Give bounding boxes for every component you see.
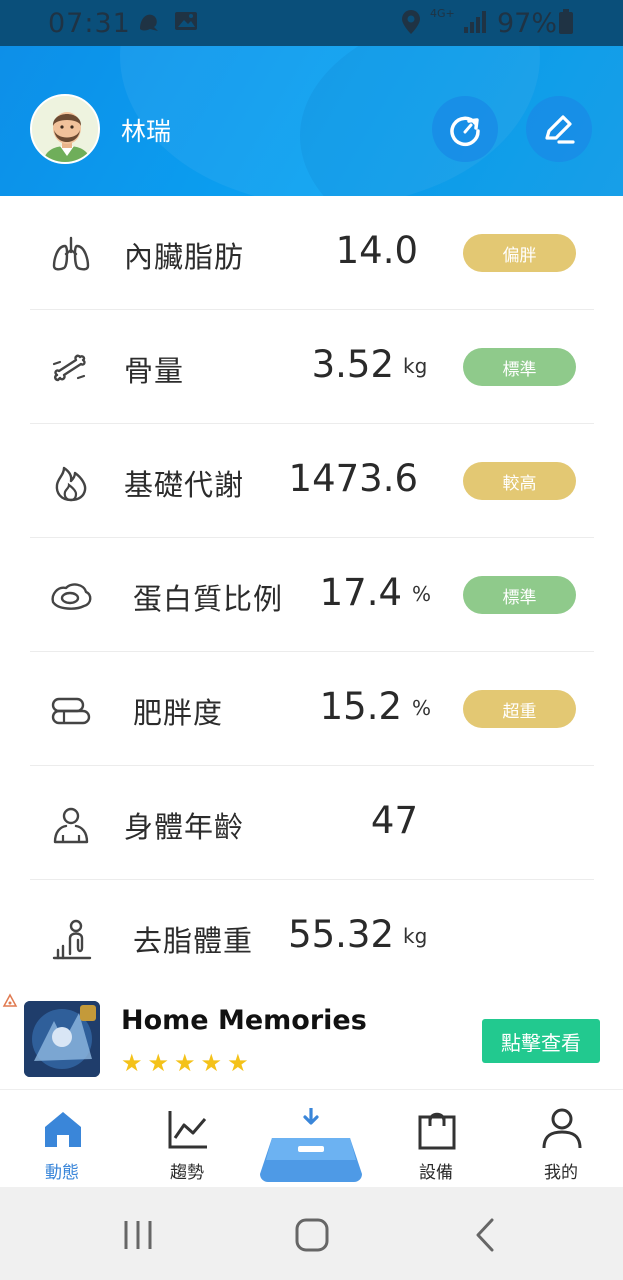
nav-label: 設備	[419, 1163, 453, 1183]
system-nav-bar	[0, 1187, 623, 1280]
metric-value: 55.32	[288, 913, 394, 956]
ad-rating-stars: ★★★★★	[121, 1049, 254, 1077]
metric-row-visceral-fat[interactable]: 內臟脂肪 14.0 偏胖	[30, 196, 594, 310]
avatar[interactable]	[30, 94, 100, 164]
ad-banner[interactable]: Home Memories ★★★★★ 點擊查看	[0, 993, 623, 1089]
metric-row-obesity[interactable]: 肥胖度 15.2 % 超重	[30, 652, 594, 766]
metric-label: 內臟脂肪	[124, 240, 245, 274]
ad-title[interactable]: Home Memories	[121, 1005, 367, 1036]
metric-unit: %	[412, 582, 432, 606]
scale-measure-button[interactable]	[258, 1106, 364, 1184]
nav-item-device[interactable]: 設備	[386, 1090, 486, 1188]
metric-label: 肥胖度	[133, 696, 224, 730]
body-person-icon	[53, 807, 89, 844]
flame-icon	[55, 466, 87, 502]
signal-icon	[462, 9, 488, 39]
metric-value: 14.0	[335, 229, 418, 272]
metric-row-lean-mass[interactable]: 去脂體重 55.32 kg	[30, 880, 594, 994]
edit-button[interactable]	[526, 96, 592, 162]
status-badge: 較高	[463, 462, 576, 500]
metric-label: 基礎代謝	[124, 468, 245, 502]
battery-icon	[558, 9, 574, 39]
nav-label: 趨勢	[170, 1163, 204, 1183]
scale-measure-icon	[260, 1106, 362, 1182]
refresh-button[interactable]	[432, 96, 498, 162]
status-badge: 超重	[463, 690, 576, 728]
battery-percent: 97%	[497, 8, 558, 39]
profile-header: 林瑞	[0, 46, 623, 196]
fat-roll-icon	[51, 697, 91, 725]
recent-apps-icon[interactable]	[118, 1215, 158, 1255]
refresh-icon	[450, 116, 480, 147]
shopping-bag-icon	[418, 1112, 456, 1150]
status-badge: 偏胖	[463, 234, 576, 272]
metric-row-body-age[interactable]: 身體年齡 47	[30, 766, 594, 880]
status-bar: 07:31 4G+ 97%	[0, 0, 623, 46]
metric-unit: kg	[403, 354, 428, 378]
egg-icon	[51, 583, 92, 610]
network-type: 4G+	[430, 7, 455, 20]
lungs-icon	[52, 236, 90, 271]
metric-value: 15.2	[319, 685, 402, 728]
nav-item-trend[interactable]: 趨勢	[137, 1090, 237, 1188]
ad-app-thumbnail[interactable]	[24, 1001, 100, 1077]
bottom-nav: 動態 趨勢 設備 我的	[0, 1089, 623, 1187]
user-name[interactable]: 林瑞	[121, 112, 171, 148]
nav-label: 我的	[544, 1163, 578, 1183]
back-icon[interactable]	[466, 1215, 506, 1255]
status-badge: 標準	[463, 348, 576, 386]
profile-icon	[542, 1108, 582, 1149]
metric-value: 1473.6	[288, 457, 418, 500]
ad-cta-button[interactable]: 點擊查看	[482, 1019, 600, 1063]
metric-unit: %	[412, 696, 432, 720]
metric-row-bone-mass[interactable]: 骨量 3.52 kg 標準	[30, 310, 594, 424]
metric-value: 3.52	[311, 343, 394, 386]
nav-label: 動態	[45, 1163, 79, 1183]
status-badge: 標準	[463, 576, 576, 614]
metric-unit: kg	[403, 924, 428, 948]
status-time: 07:31	[48, 8, 131, 39]
metric-row-protein[interactable]: 蛋白質比例 17.4 % 標準	[30, 538, 594, 652]
metric-value: 47	[370, 799, 418, 842]
ad-choices-icon[interactable]	[2, 993, 18, 1009]
nav-item-mine[interactable]: 我的	[511, 1090, 611, 1188]
notification-app-icon	[136, 9, 162, 39]
metric-label: 骨量	[124, 354, 185, 388]
muscle-body-icon	[52, 919, 92, 960]
trend-chart-icon	[168, 1111, 207, 1149]
image-icon	[174, 9, 198, 37]
bone-icon	[52, 354, 86, 382]
home-icon	[45, 1112, 81, 1147]
location-icon	[400, 9, 422, 39]
home-button-icon[interactable]	[292, 1215, 332, 1255]
pencil-icon	[545, 115, 575, 144]
metric-label: 身體年齡	[124, 810, 245, 844]
metric-row-bmr[interactable]: 基礎代謝 1473.6 較高	[30, 424, 594, 538]
nav-item-dynamics[interactable]: 動態	[12, 1090, 112, 1188]
metric-value: 17.4	[319, 571, 402, 614]
